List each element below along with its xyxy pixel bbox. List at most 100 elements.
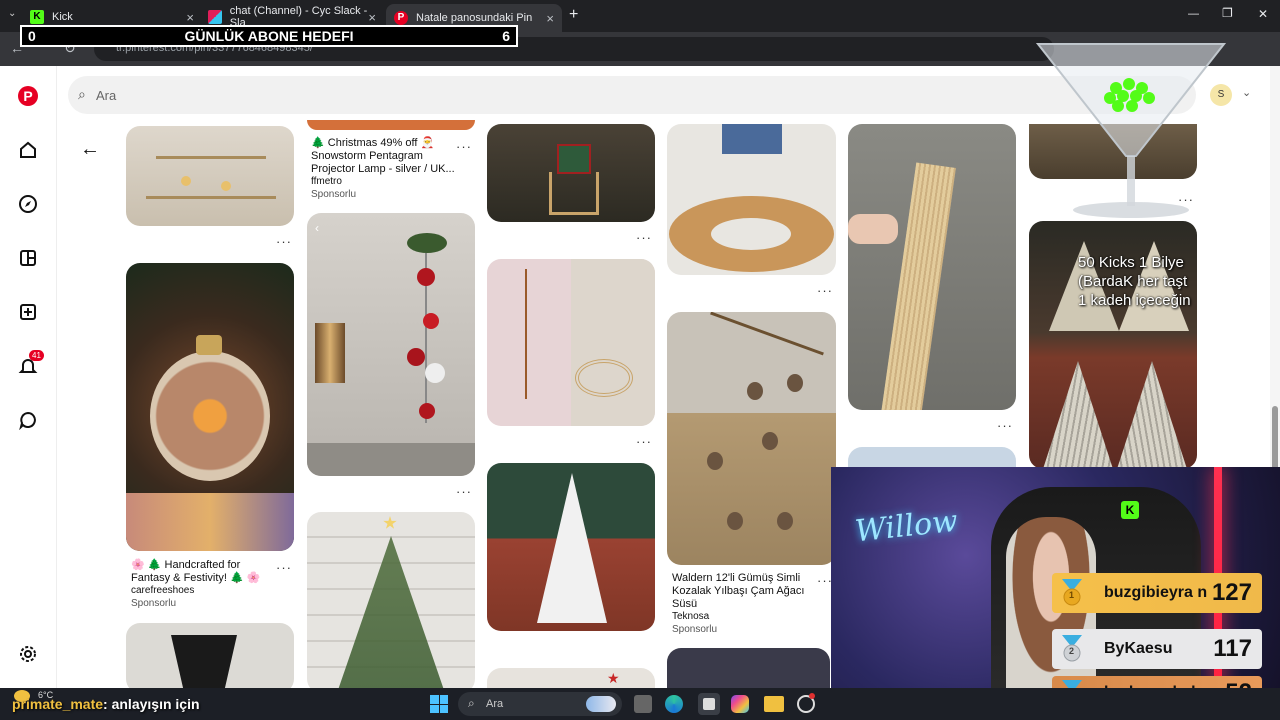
pinterest-sidebar: P 41 [0, 66, 57, 690]
pin-image-wooden-sticks[interactable] [848, 124, 1016, 410]
taskbar-search-placeholder[interactable]: Ara [486, 698, 503, 710]
taskbar-search[interactable]: ⌕ Ara [458, 692, 622, 716]
sponsored-label: Sponsorlu [131, 598, 177, 609]
active-app-icon[interactable] [698, 693, 720, 715]
pin-image-hanging-ornaments[interactable]: ‹ [307, 213, 475, 476]
leaderboard-row: 1 buzgibieyra n 127 [1052, 573, 1262, 613]
file-explorer-icon[interactable] [764, 696, 784, 712]
create-icon[interactable] [16, 300, 40, 324]
leaderboard-name: ByKaesu [1104, 640, 1173, 657]
pin-brand[interactable]: ffmetro [311, 176, 342, 187]
messages-icon[interactable] [16, 408, 40, 432]
more-options-icon[interactable]: ··· [276, 234, 292, 249]
search-icon: ⌕ [468, 696, 475, 710]
more-options-icon[interactable]: ··· [276, 560, 292, 575]
close-tab-icon[interactable]: × [546, 11, 554, 26]
sponsored-label: Sponsorlu [311, 189, 357, 200]
settings-icon[interactable] [16, 642, 40, 666]
pin-title: Waldern 12'li Gümüş Simli [672, 572, 801, 584]
chat-message: primate_mate: anlayışın için [12, 696, 200, 712]
search-highlight-icon [586, 696, 616, 712]
pin-title: Snowstorm Pentagram [311, 150, 423, 162]
more-options-icon[interactable]: ··· [817, 283, 833, 298]
pin-image-pinecones[interactable] [667, 312, 836, 565]
pin-brand[interactable]: carefreeshoes [131, 585, 194, 596]
more-options-icon[interactable]: ··· [997, 418, 1013, 433]
home-icon[interactable] [16, 138, 40, 162]
slack-icon [208, 10, 222, 24]
minimize-button[interactable]: — [1188, 8, 1199, 20]
more-options-icon[interactable]: ··· [456, 139, 472, 154]
leaderboard-score: 127 [1211, 579, 1252, 606]
edge-icon[interactable] [665, 695, 683, 713]
pin-image-chair-gift[interactable] [487, 124, 655, 222]
pin-image-shelf-tree[interactable] [487, 463, 655, 631]
kick-icon: K [1121, 501, 1139, 519]
restore-button[interactable]: ❐ [1222, 6, 1233, 20]
sponsored-label: Sponsorlu [672, 624, 718, 635]
kicks-rule-overlay: 50 Kicks 1 Bilye (BardaK her taşt 1 kade… [1078, 253, 1191, 310]
cocktail-glass-overlay [1035, 38, 1227, 220]
pin-image-spiral-tree[interactable] [487, 259, 655, 426]
more-options-icon[interactable]: ··· [636, 230, 652, 245]
pin-title: Kozalak Yılbaşı Çam Ağacı [672, 585, 805, 597]
chat-text: : anlayışın için [103, 696, 200, 712]
neon-sign: Willow [853, 503, 960, 550]
pinterest-search-bar[interactable]: ⌕ Ara [68, 76, 1196, 114]
copilot-icon[interactable] [731, 695, 749, 713]
pin-caption: 🌸 🌲 Handcrafted for [131, 559, 241, 571]
windows-start-icon[interactable] [430, 695, 448, 713]
kick-icon: K [30, 10, 44, 24]
search-icon: ⌕ [78, 86, 86, 102]
kick-medal-icon: 1 [1060, 579, 1082, 606]
subscriber-goal-overlay: 0 GÜNLÜK ABONE HEDEFI 6 [20, 25, 518, 47]
pin-image-wall-tree[interactable] [307, 512, 475, 693]
leaderboard-row: 2 ByKaesu 117 [1052, 629, 1262, 669]
close-tab-icon[interactable]: × [186, 10, 194, 25]
pin-title: Süsü [672, 598, 698, 610]
chat-username: primate_mate [12, 696, 104, 712]
pin-brand[interactable]: Teknosa [672, 611, 709, 622]
pinterest-icon: P [394, 11, 408, 25]
new-tab-button[interactable]: + [569, 6, 578, 24]
carousel-prev-icon[interactable]: ‹ [315, 221, 319, 235]
pin-image-lamp[interactable] [126, 623, 294, 693]
pin-image-ornament-ladder[interactable] [126, 126, 294, 226]
overlay-line: 1 kadeh içeceğin [1078, 292, 1191, 309]
scrollbar-thumb[interactable] [1272, 406, 1278, 476]
pin-caption: Fantasy & Festivity! 🌲 🌸 [131, 572, 261, 584]
close-window-button[interactable]: ✕ [1258, 7, 1268, 21]
explore-icon[interactable] [16, 192, 40, 216]
chevron-down-icon[interactable]: ⌄ [1242, 86, 1251, 99]
svg-text:P: P [23, 88, 32, 104]
tab-title: Natale panosundaki Pin [416, 12, 533, 24]
pin-image-partial[interactable] [848, 447, 1016, 469]
more-options-icon[interactable]: ··· [636, 434, 652, 449]
tab-title: Kick [52, 11, 73, 23]
goal-target: 6 [502, 28, 510, 44]
close-tab-icon[interactable]: × [368, 10, 376, 25]
pin-title: Projector Lamp - silver / UK... [311, 163, 455, 175]
pin-image-fireplace-ornament[interactable] [126, 263, 294, 551]
notifications-icon[interactable]: 41 [16, 350, 44, 378]
star-icon: ★ [607, 670, 620, 686]
back-button[interactable]: ← [80, 138, 100, 161]
pin-image-lamp-partial[interactable] [307, 120, 475, 130]
pin-image-partial[interactable] [667, 648, 830, 693]
boards-icon[interactable] [16, 246, 40, 270]
leaderboard-name: buzgibieyra n [1104, 584, 1208, 601]
more-options-icon[interactable]: ··· [456, 484, 472, 499]
leaderboard-score: 117 [1213, 635, 1252, 662]
chrome-icon[interactable] [797, 693, 815, 713]
task-view-icon[interactable] [634, 695, 652, 713]
overlay-line: (BardaK her taşt [1078, 273, 1188, 290]
goal-title: GÜNLÜK ABONE HEDEFI [184, 28, 354, 44]
search-input[interactable]: Ara [96, 88, 116, 103]
notification-badge: 41 [29, 350, 44, 361]
pin-image-wooden-rings[interactable] [667, 124, 836, 275]
kick-medal-icon: 2 [1060, 635, 1082, 662]
pin-caption: 🌲 Christmas 49% off 🎅 [311, 137, 435, 149]
tab-search-icon[interactable]: ⌄ [8, 8, 22, 22]
overlay-line: 50 Kicks 1 Bilye [1078, 254, 1184, 271]
pinterest-logo-icon[interactable]: P [16, 84, 40, 108]
